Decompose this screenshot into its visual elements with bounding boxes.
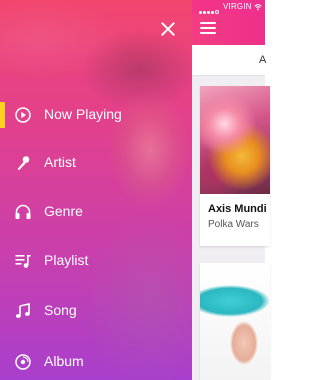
menu-item-song[interactable]: Song bbox=[0, 290, 192, 330]
menu-item-album[interactable]: Album bbox=[0, 341, 192, 380]
menu-item-label: Now Playing bbox=[44, 106, 122, 122]
playlist-icon bbox=[15, 255, 31, 268]
navigation-drawer: Now Playing Artist Genre Playlist Song A… bbox=[0, 0, 192, 380]
album-card[interactable] bbox=[200, 263, 270, 380]
close-icon[interactable] bbox=[160, 21, 176, 37]
disc-icon bbox=[15, 354, 31, 370]
album-card[interactable]: Axis Mundi Polka Wars bbox=[200, 86, 270, 246]
microphone-icon bbox=[17, 156, 30, 171]
headphones-icon bbox=[15, 204, 31, 219]
wifi-icon bbox=[254, 4, 262, 11]
album-artist: Polka Wars bbox=[208, 219, 259, 230]
menu-item-label: Genre bbox=[44, 203, 83, 219]
album-cover bbox=[200, 263, 270, 380]
menu-item-label: Playlist bbox=[44, 252, 89, 268]
album-title: Axis Mundi bbox=[208, 203, 267, 215]
album-cover bbox=[200, 86, 270, 194]
carrier-name: VIRGIN bbox=[223, 2, 252, 11]
tab-bar bbox=[192, 45, 265, 76]
music-note-icon bbox=[15, 303, 30, 318]
menu-item-now-playing[interactable]: Now Playing bbox=[0, 94, 192, 134]
active-indicator bbox=[0, 102, 5, 128]
menu-item-label: Artist bbox=[44, 154, 76, 170]
play-circle-icon bbox=[15, 107, 31, 123]
menu-item-label: Song bbox=[44, 302, 77, 318]
menu-item-playlist[interactable]: Playlist bbox=[0, 240, 192, 280]
menu-item-genre[interactable]: Genre bbox=[0, 191, 192, 231]
menu-icon[interactable] bbox=[200, 22, 216, 34]
menu-item-artist[interactable]: Artist bbox=[0, 142, 192, 182]
menu-item-label: Album bbox=[44, 353, 84, 369]
tab-albums[interactable]: A bbox=[259, 54, 266, 66]
